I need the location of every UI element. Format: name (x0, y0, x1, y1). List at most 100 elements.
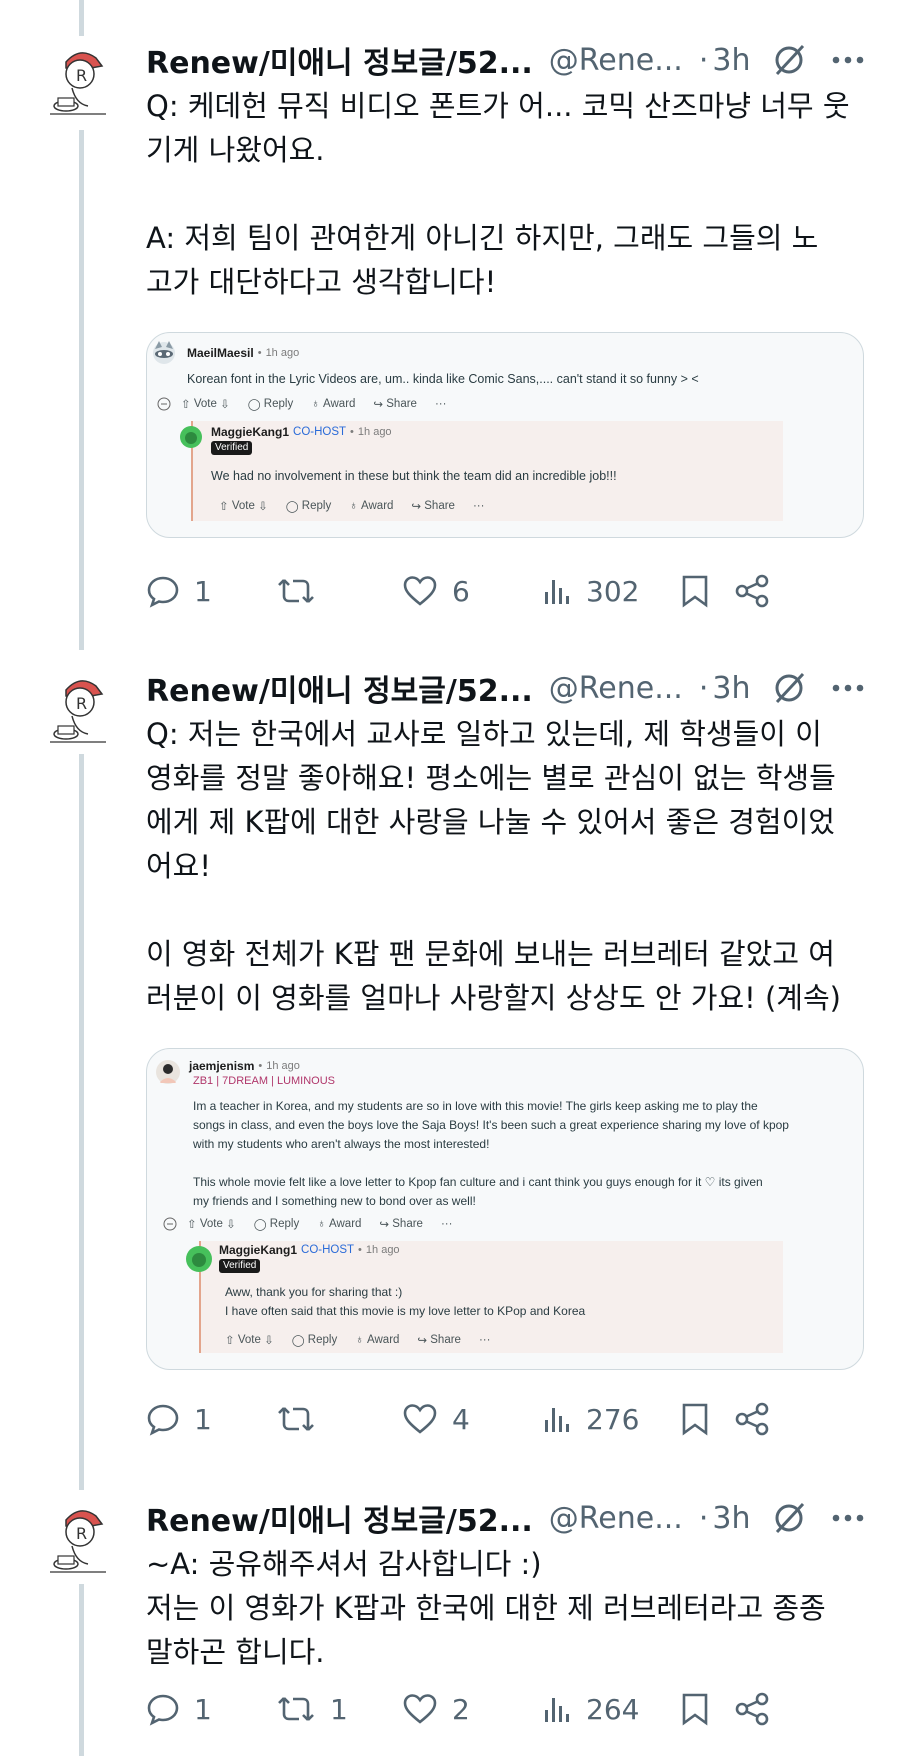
tweet-actions: 1 1 2 264 (146, 1684, 876, 1734)
like-action[interactable]: 2 (402, 1684, 470, 1734)
like-action[interactable]: 6 (402, 566, 470, 616)
reddit-reply-actions: ⇧ Vote ⇩ ◯ Reply ♁ Award ↪ Share ··· (219, 499, 502, 513)
author-handle[interactable]: @Rene... (549, 43, 683, 78)
svg-text:R: R (76, 694, 87, 713)
author-handle[interactable]: @Rene... (549, 671, 683, 706)
author-name[interactable]: Renew/미애니 정보글/52... (146, 1496, 533, 1540)
tweet[interactable]: R Renew/미애니 정보글/52... @Rene... · 3h Q: 저… (0, 664, 900, 1444)
award-group: ♁ Award (349, 500, 393, 512)
vote-group: ⇧ Vote ⇩ (181, 397, 230, 411)
reddit-actions: ⇧ Vote ⇩ ◯ Reply ♁ Award ↪ Share ··· (163, 1217, 470, 1231)
reddit-dot: • (258, 1060, 263, 1072)
reddit-comment-text: Im a teacher in Korea, and my students a… (193, 1099, 789, 1208)
views-action[interactable]: 302 (542, 566, 639, 616)
bookmark-action[interactable] (680, 566, 710, 616)
like-count: 6 (452, 574, 470, 608)
share-arrow-icon: ↪ (417, 1335, 428, 1347)
view-count: 264 (586, 1692, 640, 1726)
vote-label: Vote (199, 1218, 223, 1230)
tweet-actions: 1 6 302 (146, 566, 876, 616)
separator-dot: · (698, 42, 709, 78)
verified-badge: Verified (219, 1259, 261, 1273)
tweet[interactable]: R Renew/미애니 정보글/52... @Rene... · 3h ~A: … (0, 1494, 900, 1756)
avatar-drawing-icon: R (37, 37, 125, 125)
reply-label: Reply (269, 1218, 300, 1230)
avatar[interactable]: R (36, 664, 126, 754)
retweet-action[interactable] (276, 566, 330, 616)
share-action[interactable] (734, 1684, 770, 1734)
like-count: 2 (452, 1692, 470, 1726)
reddit-reply-time: 1h ago (357, 426, 392, 438)
svg-text:R: R (76, 66, 87, 85)
more-icon[interactable] (832, 56, 864, 64)
reddit-reply-text: We had no involvement in these but think… (211, 469, 617, 483)
bookmark-action[interactable] (680, 1684, 710, 1734)
raccoon-avatar-icon (153, 341, 175, 364)
separator-dot: · (698, 670, 709, 706)
downvote-icon: ⇩ (264, 1335, 274, 1347)
reddit-reply-text: Aww, thank you for sharing that :) I hav… (225, 1285, 586, 1318)
grok-icon[interactable] (772, 1501, 806, 1535)
reddit-actions: ⇧ Vote ⇩ ◯ Reply ♁ Award ↪ Share ··· (157, 397, 464, 411)
reddit-screenshot[interactable]: jaemjenism • 1h ago ZB1 | 7DREAM | LUMIN… (146, 1048, 864, 1370)
tweet-actions: 1 4 276 (146, 1394, 876, 1444)
reply-action[interactable]: 1 (146, 566, 212, 616)
avatar-drawing-icon: R (37, 1495, 125, 1583)
collapse-icon (163, 1217, 177, 1231)
views-action[interactable]: 264 (542, 1684, 639, 1734)
reply-count: 1 (194, 1692, 212, 1726)
views-icon (545, 1408, 569, 1432)
avatar-drawing-icon: R (37, 665, 125, 753)
bookmark-action[interactable] (680, 1394, 710, 1444)
downvote-icon: ⇩ (220, 399, 230, 411)
award-label: Award (361, 500, 394, 512)
more-icon[interactable] (832, 684, 864, 692)
grok-icon[interactable] (772, 43, 806, 77)
like-action[interactable]: 4 (402, 1394, 470, 1444)
share-group: ↪ Share (373, 397, 417, 411)
reply-icon (147, 1404, 179, 1436)
reply-group: ◯ Reply (292, 1333, 337, 1347)
verified-badge: Verified (211, 441, 253, 455)
downvote-icon: ⇩ (258, 501, 268, 513)
user-avatar-icon (156, 1060, 180, 1084)
comment-bubble-icon: ◯ (253, 1219, 267, 1231)
tweet-time[interactable]: 3h (712, 1501, 750, 1536)
author-name[interactable]: Renew/미애니 정보글/52... (146, 38, 533, 82)
reddit-username: MaeilMaesil (187, 346, 254, 360)
award-label: Award (367, 1334, 400, 1346)
share-arrow-icon: ↪ (411, 501, 422, 513)
views-action[interactable]: 276 (542, 1394, 639, 1444)
reply-label: Reply (263, 398, 294, 410)
reddit-more-label: ··· (440, 1218, 453, 1230)
retweet-icon (278, 579, 314, 603)
avatar[interactable]: R (36, 36, 126, 126)
retweet-action[interactable] (276, 1394, 330, 1444)
share-action[interactable] (734, 566, 770, 616)
reply-action[interactable]: 1 (146, 1394, 212, 1444)
share-group: ↪ Share (417, 1333, 461, 1347)
share-icon (735, 574, 769, 608)
reply-label: Reply (307, 1334, 338, 1346)
share-label: Share (430, 1334, 461, 1346)
grok-icon[interactable] (772, 671, 806, 705)
comment-bubble-icon: ◯ (291, 1335, 305, 1347)
reddit-reply-username: MaggieKang1 (211, 425, 290, 439)
reply-action[interactable]: 1 (146, 1684, 212, 1734)
share-icon (735, 1402, 769, 1436)
tweet[interactable]: R Renew/미애니 정보글/52... @Rene... · 3h Q: 케… (0, 36, 900, 616)
reddit-more-label: ··· (478, 1334, 491, 1346)
share-action[interactable] (734, 1394, 770, 1444)
tweet-time[interactable]: 3h (712, 671, 750, 706)
reply-group: ◯ Reply (254, 1217, 299, 1231)
upvote-icon: ⇧ (225, 1335, 235, 1347)
award-label: Award (329, 1218, 362, 1230)
tweet-time[interactable]: 3h (712, 43, 750, 78)
author-name[interactable]: Renew/미애니 정보글/52... (146, 666, 533, 710)
vote-label: Vote (237, 1334, 261, 1346)
reddit-screenshot[interactable]: MaeilMaesil • 1h ago Korean font in the … (146, 332, 864, 538)
author-handle[interactable]: @Rene... (549, 1501, 683, 1536)
retweet-action[interactable]: 1 (276, 1684, 348, 1734)
more-icon[interactable] (832, 1514, 864, 1522)
avatar[interactable]: R (36, 1494, 126, 1584)
